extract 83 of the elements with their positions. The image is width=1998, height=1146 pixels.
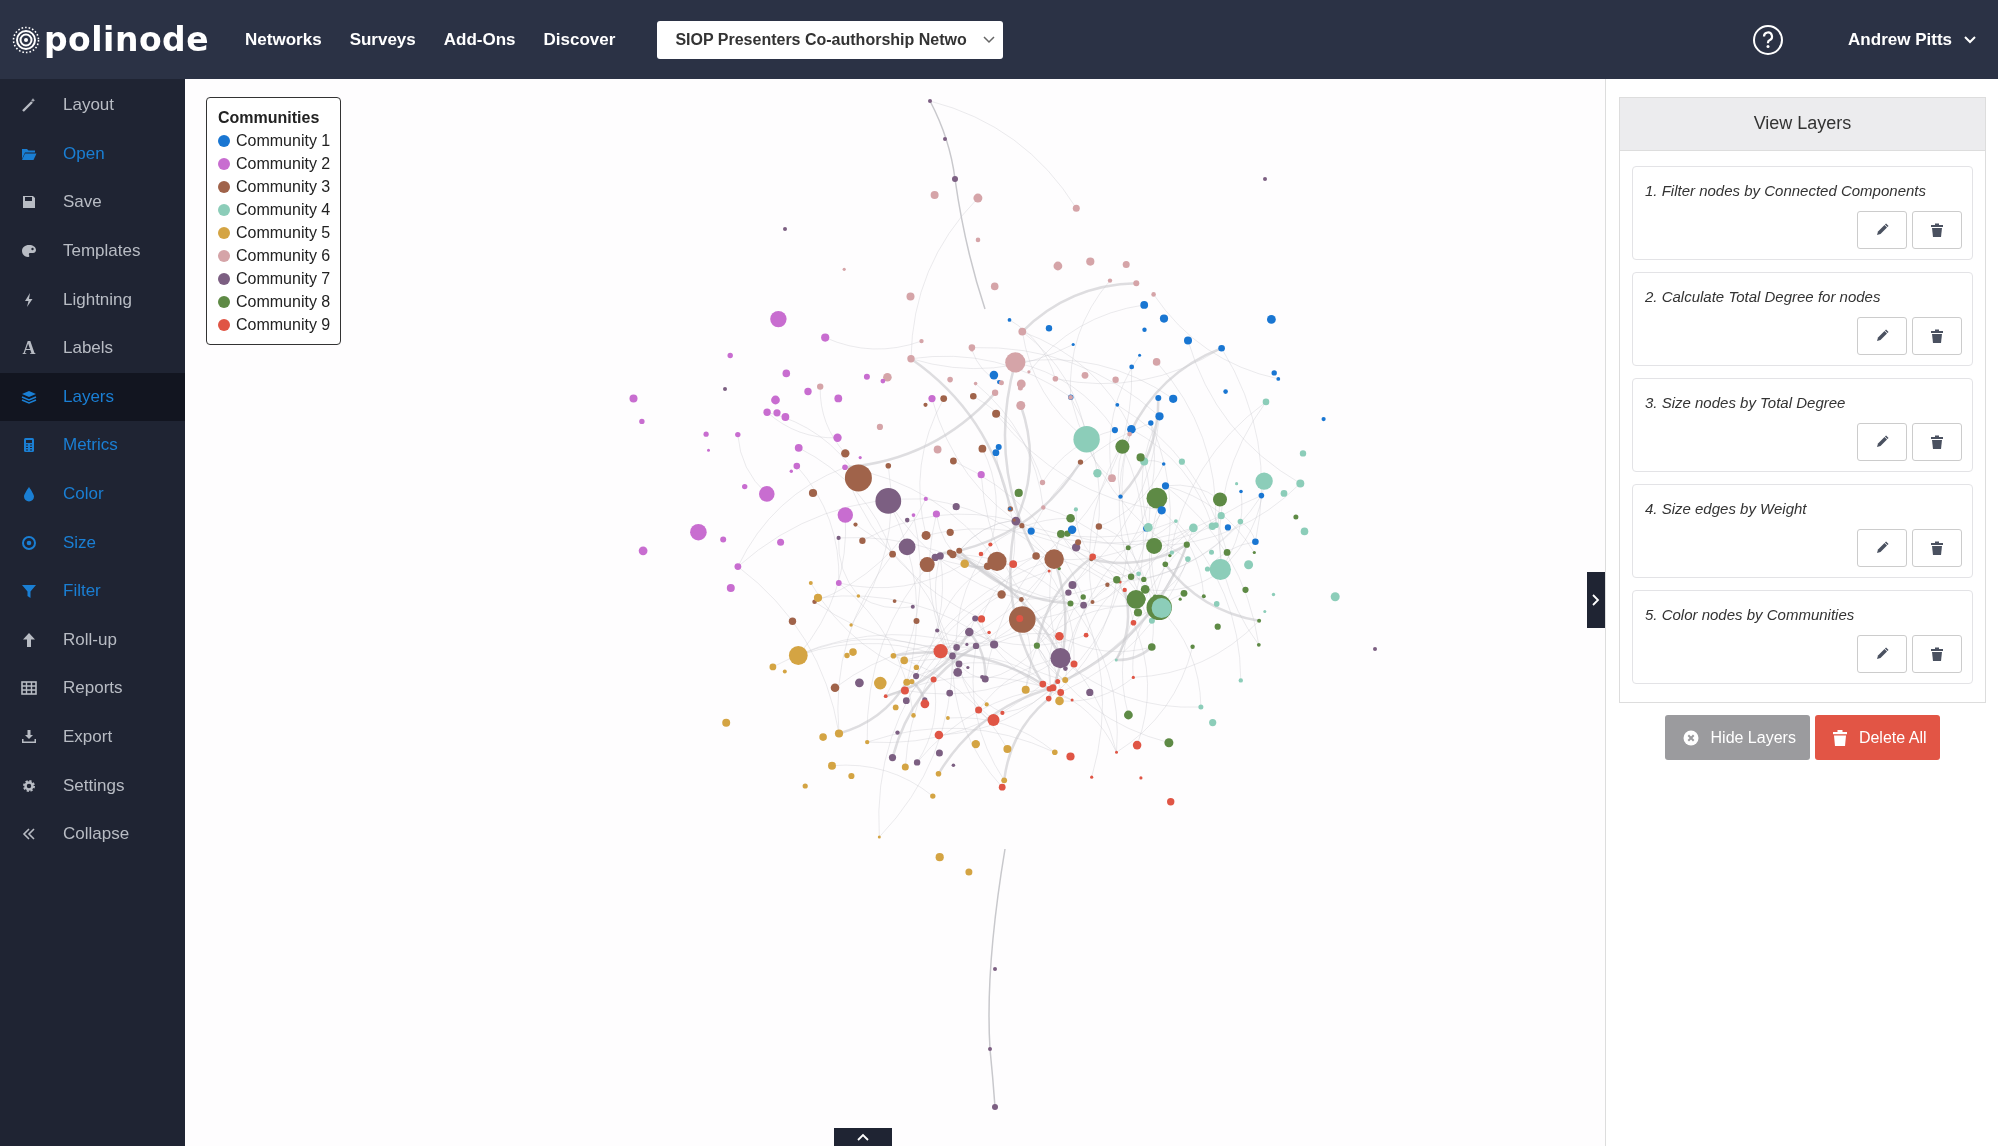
legend-label: Community 6 (236, 246, 331, 265)
delete-all-button[interactable]: Delete All (1814, 715, 1941, 760)
delete-button[interactable] (1912, 211, 1962, 249)
panel-title: View Layers (1620, 98, 1985, 151)
expand-bottom-button[interactable] (834, 1128, 892, 1146)
layer-label: 3. Size nodes by Total Degree (1645, 394, 1847, 411)
network-select[interactable]: SIOP Presenters Co-authorship Netwo (657, 20, 1004, 59)
help-icon[interactable] (1752, 23, 1785, 56)
delete-button[interactable] (1912, 317, 1962, 355)
close-circle-icon (1682, 729, 1699, 746)
pencil-icon (1875, 647, 1889, 661)
nav-link[interactable]: Add-Ons (443, 29, 516, 50)
sidebar-item[interactable]: Roll-up (0, 615, 185, 665)
chevron-right-icon (1592, 594, 1600, 606)
sidebar-item[interactable]: Reports (0, 664, 185, 713)
pencil-icon (1875, 329, 1889, 343)
edit-button[interactable] (1857, 317, 1907, 355)
wand-icon (21, 97, 37, 114)
edit-button[interactable] (1857, 211, 1907, 249)
edit-button[interactable] (1857, 423, 1907, 461)
sidebar-item[interactable]: Export (0, 712, 185, 762)
legend-label: Community 4 (236, 200, 331, 219)
settings-icon (21, 777, 37, 794)
table-icon (21, 680, 37, 697)
pencil-icon (1875, 541, 1889, 555)
legend-title: Communities (218, 109, 321, 127)
download-icon (21, 729, 37, 745)
sidebar-item[interactable]: Lightning (0, 275, 185, 324)
nav-link[interactable]: Networks (245, 29, 322, 50)
sidebar-item[interactable]: Color (0, 469, 185, 519)
nav-link[interactable]: Surveys (349, 29, 416, 50)
sidebar-item[interactable]: Filter (0, 566, 185, 616)
layer-label: 2. Calculate Total Degree for nodes (1645, 288, 1882, 305)
trash-icon (1832, 729, 1847, 746)
sidebar-item[interactable]: Layers (0, 372, 185, 422)
chevron-down-icon (983, 35, 996, 44)
layer-label: 4. Size edges by Weight (1645, 500, 1808, 517)
pencil-icon (1875, 223, 1889, 237)
legend-label: Community 5 (236, 223, 331, 242)
layers-icon (21, 388, 37, 405)
chevron-up-icon (857, 1133, 869, 1141)
palette-icon (21, 243, 37, 260)
edit-button[interactable] (1857, 635, 1907, 673)
logo-text: polinode (44, 20, 210, 59)
chevron-down-icon (1964, 35, 1976, 44)
logo-icon (12, 25, 40, 54)
trash-icon (1930, 434, 1944, 450)
calculator-icon (21, 437, 37, 454)
delete-button[interactable] (1912, 423, 1962, 461)
trash-icon (1930, 646, 1944, 662)
arrow-up-icon (21, 631, 37, 648)
edit-button[interactable] (1857, 529, 1907, 567)
delete-button[interactable] (1912, 529, 1962, 567)
pencil-icon (1875, 435, 1889, 449)
legend-label: Community 1 (236, 131, 331, 150)
filter-icon (21, 583, 37, 600)
sidebar-item[interactable]: Collapse (0, 809, 185, 859)
sidebar-item[interactable]: A Labels (0, 323, 185, 373)
sidebar-item[interactable]: Size (0, 518, 185, 567)
trash-icon (1930, 540, 1944, 556)
nav-link[interactable]: Discover (543, 29, 616, 50)
delete-button[interactable] (1912, 635, 1962, 673)
collapse-panel-button[interactable] (1587, 572, 1605, 628)
sidebar-item[interactable]: Templates (0, 226, 185, 276)
legend-label: Community 8 (236, 292, 331, 311)
sidebar-item[interactable]: Metrics (0, 421, 185, 470)
letter-icon: A (21, 337, 37, 359)
legend-label: Community 9 (236, 315, 331, 334)
sidebar-item[interactable]: Open (0, 129, 185, 179)
legend-label: Community 7 (236, 269, 331, 288)
trash-icon (1930, 328, 1944, 344)
layer-label: 1. Filter nodes by Connected Components (1645, 182, 1927, 199)
save-icon (21, 194, 37, 211)
sidebar-item[interactable]: Settings (0, 761, 185, 810)
user-menu[interactable]: Andrew Pitts (1848, 29, 1976, 50)
layer-label: 5. Color nodes by Communities (1645, 606, 1856, 623)
sidebar-item[interactable]: Save (0, 178, 185, 227)
legend-label: Community 3 (236, 177, 331, 196)
legend-label: Community 2 (236, 154, 331, 173)
target-icon (21, 534, 37, 551)
sidebar-item[interactable]: Layout (0, 81, 185, 130)
trash-icon (1930, 222, 1944, 238)
drop-icon (21, 486, 37, 503)
